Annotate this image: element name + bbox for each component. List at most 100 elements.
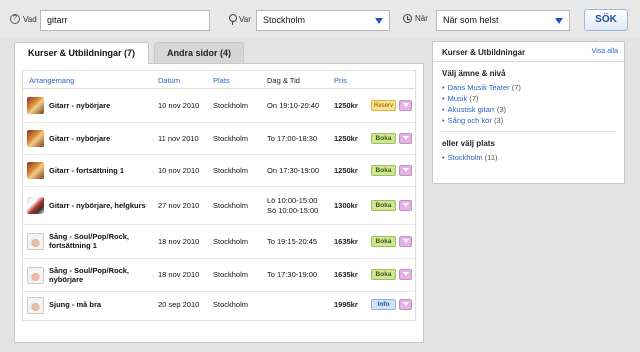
subject-item[interactable]: • Akustisk gitarr (3) [442, 105, 506, 114]
course-name-link[interactable]: Sång - Soul/Pop/Rock, [49, 232, 129, 241]
tab-courses[interactable]: Kurser & Utbildningar (7) [14, 42, 149, 64]
subject-link[interactable]: Musik [448, 94, 468, 103]
course-time: To 19:15-20:45 [267, 237, 318, 246]
course-place: Stockholm [213, 300, 249, 309]
what-search-input[interactable]: gitarr [40, 10, 210, 31]
course-place: Stockholm [213, 237, 249, 246]
header-plats[interactable]: Plats [213, 76, 230, 85]
book-button[interactable]: Boka [371, 236, 396, 247]
course-name-link[interactable]: Sjung - må bra [49, 300, 101, 309]
var-label: Var [239, 14, 251, 24]
course-time-2: Sö 10:00-15:00 [267, 206, 319, 215]
course-date: 10 nov 2010 [158, 101, 200, 110]
subject-link[interactable]: Sång och kör [448, 116, 492, 125]
course-name-link[interactable]: Gitarr - nybörjare [49, 101, 110, 110]
sidebar-title: Kurser & Utbildningar [442, 48, 526, 57]
course-place: Stockholm [213, 270, 249, 279]
course-time: To 17:30-19:00 [267, 270, 318, 279]
subject-item[interactable]: • Sång och kör (3) [442, 116, 503, 125]
favorite-icon[interactable] [399, 299, 412, 310]
tab-other-pages[interactable]: Andra sidor (4) [154, 42, 244, 63]
clock-icon [403, 14, 412, 23]
course-thumbnail[interactable] [27, 197, 44, 214]
singer-thumbnail[interactable] [27, 233, 44, 250]
course-name-link[interactable]: Gitarr - nybörjare [49, 134, 110, 143]
table-row: Sång - Soul/Pop/Rock, fortsättning 1 18 … [23, 225, 415, 259]
course-price: 1250kr [334, 166, 358, 175]
course-date: 11 nov 2010 [158, 134, 199, 143]
search-bar: ? Vad gitarr Var Stockholm När När som h… [0, 0, 640, 38]
results-panel: Arrangemang Datum Plats Dag & Tid Pris G… [14, 63, 424, 343]
where-select[interactable]: Stockholm [256, 10, 390, 31]
favorite-icon[interactable] [399, 236, 412, 247]
when-select-value: När som helst [443, 15, 499, 25]
subject-count: (3) [493, 116, 504, 125]
subject-count: (7) [511, 83, 521, 92]
table-row: Gitarr - nybörjare 10 nov 2010 Stockholm… [23, 89, 415, 123]
course-name-line-2[interactable]: nybörjare [49, 275, 83, 284]
header-pris[interactable]: Pris [334, 76, 347, 85]
reserve-button[interactable]: Reserv [371, 100, 396, 111]
search-button[interactable]: SÖK [584, 9, 628, 31]
place-item[interactable]: • Stockholm (11) [442, 153, 498, 162]
subject-heading: Välj ämne & nivå [442, 69, 506, 78]
subject-link[interactable]: Akustisk gitarr [448, 105, 495, 114]
var-label-group: Var [228, 14, 251, 25]
header-datum[interactable]: Datum [158, 76, 180, 85]
chevron-down-icon [375, 18, 383, 24]
guitar-thumbnail[interactable] [27, 162, 44, 179]
table-header: Arrangemang Datum Plats Dag & Tid Pris [23, 71, 415, 89]
course-name-link[interactable]: Sång - Soul/Pop/Rock, [49, 266, 129, 275]
results-table: Arrangemang Datum Plats Dag & Tid Pris G… [22, 70, 416, 321]
subject-item[interactable]: • Dans Musik Teater (7) [442, 83, 521, 92]
info-button[interactable]: Info [371, 299, 396, 310]
book-button[interactable]: Boka [371, 165, 396, 176]
where-select-value: Stockholm [263, 15, 306, 25]
favorite-icon[interactable] [399, 200, 412, 211]
book-button[interactable]: Boka [371, 269, 396, 280]
course-price: 1635kr [334, 270, 358, 279]
course-price: 1300kr [334, 201, 358, 210]
favorite-icon[interactable] [399, 133, 412, 144]
place-link[interactable]: Stockholm [448, 153, 483, 162]
course-date: 10 nov 2010 [158, 166, 200, 175]
show-all-link[interactable]: Visa alla [592, 48, 618, 55]
subject-count: (7) [469, 94, 479, 103]
book-button[interactable]: Boka [371, 200, 396, 211]
bullet-icon: • [442, 83, 445, 92]
bullet-icon: • [442, 105, 445, 114]
favorite-icon[interactable] [399, 165, 412, 176]
bullet-icon: • [442, 153, 445, 162]
course-place: Stockholm [213, 166, 249, 175]
subject-count: (3) [496, 105, 507, 114]
header-arrangemang[interactable]: Arrangemang [29, 76, 74, 85]
filter-sidebar: Kurser & Utbildningar Visa alla Välj ämn… [432, 41, 625, 184]
course-time: On 19:10-20:40 [267, 101, 320, 110]
divider [441, 131, 616, 132]
guitar-thumbnail[interactable] [27, 130, 44, 147]
course-place: Stockholm [213, 101, 249, 110]
favorite-icon[interactable] [399, 100, 412, 111]
subject-item[interactable]: • Musik (7) [442, 94, 479, 103]
when-select[interactable]: När som helst [436, 10, 570, 31]
course-date: 20 sep 2010 [158, 300, 200, 309]
course-price: 1635kr [334, 237, 358, 246]
table-row: Gitarr - nybörjare, helgkurs 27 nov 2010… [23, 187, 415, 225]
book-button[interactable]: Boka [371, 133, 396, 144]
course-name-link[interactable]: Gitarr - fortsättning 1 [49, 166, 124, 175]
subject-link[interactable]: Dans Musik Teater [448, 83, 510, 92]
location-pin-icon [228, 14, 237, 25]
course-name-link[interactable]: Gitarr - nybörjare, helgkurs [49, 201, 146, 210]
guitar-thumbnail[interactable] [27, 97, 44, 114]
course-price: 1250kr [334, 134, 358, 143]
favorite-icon[interactable] [399, 269, 412, 280]
singer-thumbnail[interactable] [27, 297, 44, 314]
course-place: Stockholm [213, 201, 249, 210]
table-row: Sjung - må bra 20 sep 2010 Stockholm 199… [23, 292, 415, 320]
help-icon[interactable]: ? [10, 14, 20, 24]
table-row: Gitarr - fortsättning 1 10 nov 2010 Stoc… [23, 155, 415, 187]
header-dag-tid: Dag & Tid [267, 76, 300, 85]
singer-thumbnail[interactable] [27, 267, 44, 284]
course-name-line-2[interactable]: fortsättning 1 [49, 241, 97, 250]
course-time: On 17:30-19:00 [267, 166, 320, 175]
